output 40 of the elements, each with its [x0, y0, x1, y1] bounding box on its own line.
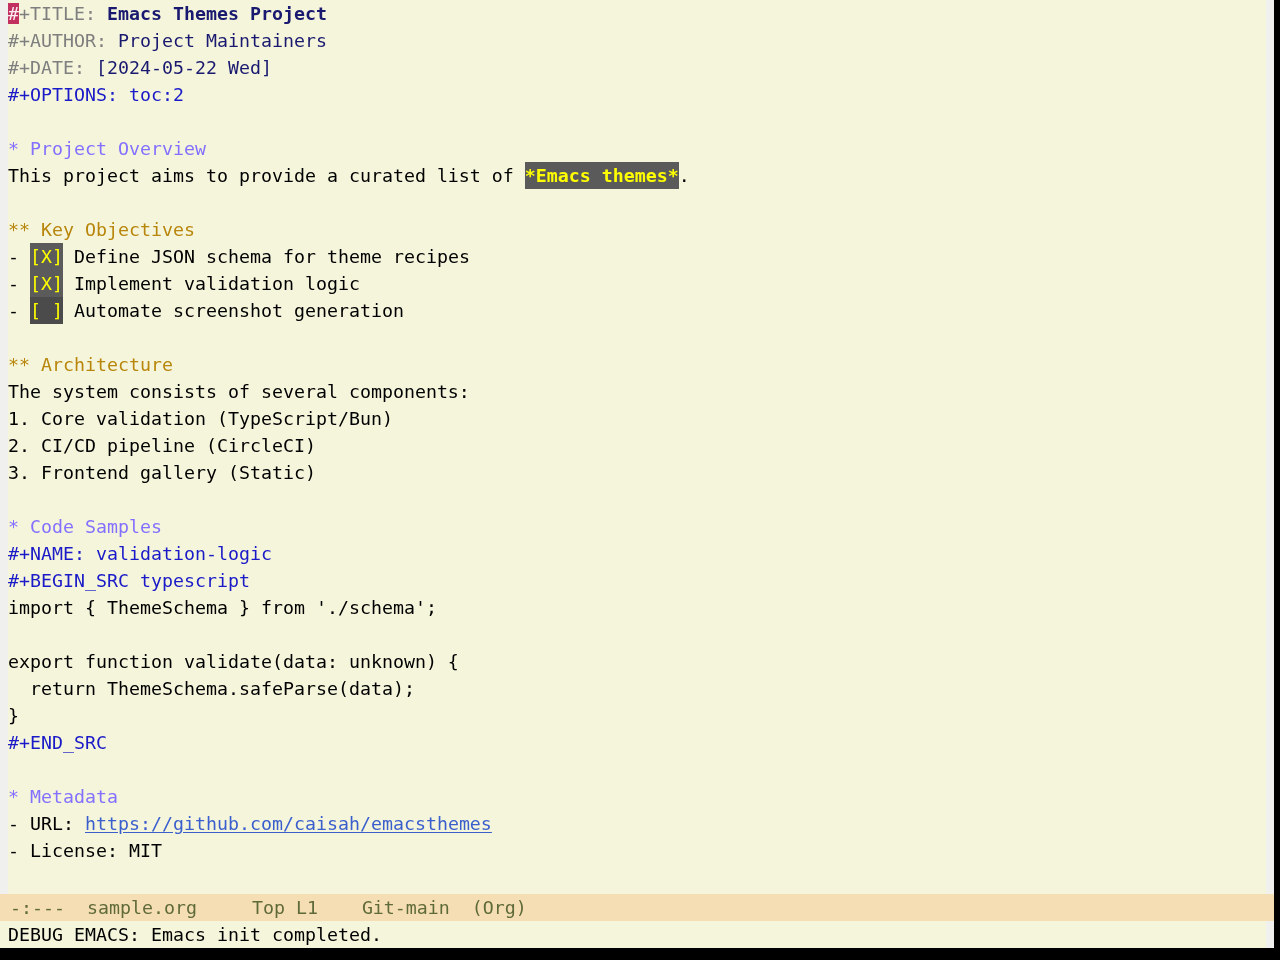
text-line: - License: MIT [8, 840, 162, 861]
text-line: 2. CI/CD pipeline (CircleCI) [8, 435, 316, 456]
org-keyword-line: #+DATE: [2024-05-22 Wed] [8, 57, 272, 78]
text-line: This project aims to provide a curated list of *Emacs themes*. [8, 162, 690, 189]
checklist-text: Automate screenshot generation [74, 300, 404, 321]
checkbox: [ ] [30, 297, 63, 324]
org-keyword-line: #+END_SRC [8, 732, 107, 753]
subheading: ** Key Objectives [8, 219, 195, 240]
checkbox: [X] [30, 270, 63, 297]
org-keyword-line: #+OPTIONS: toc:2 [8, 84, 184, 105]
checklist-text: Define JSON schema for theme recipes [74, 246, 470, 267]
subheading: ** Architecture [8, 354, 173, 375]
checklist-text: Implement validation logic [74, 273, 360, 294]
editor-text-area[interactable] [0, 0, 1274, 894]
heading: * Metadata [8, 786, 118, 807]
vc-branch[interactable]: Git-main [361, 894, 450, 921]
text-line: 3. Frontend gallery (Static) [8, 462, 316, 483]
checkbox: [X] [30, 243, 63, 270]
list-bullet: - [8, 300, 19, 321]
org-keyword-line: #+AUTHOR: Project Maintainers [8, 30, 327, 51]
text-line: import { ThemeSchema } from './schema'; [8, 597, 437, 618]
heading: * Code Samples [8, 516, 162, 537]
echo-area-message: DEBUG EMACS: Emacs init completed. [8, 923, 382, 947]
modified-status: -:--- [10, 896, 65, 920]
org-keyword-line: #+NAME: validation-logic [8, 543, 272, 564]
list-bullet: - [8, 246, 19, 267]
text-line: return ThemeSchema.safeParse(data); [30, 678, 415, 699]
list-bullet: - [8, 273, 19, 294]
text-line: 1. Core validation (TypeScript/Bun) [8, 408, 393, 429]
text-line: export function validate(data: unknown) { [8, 651, 459, 672]
buffer-name[interactable]: sample.org [86, 894, 197, 921]
url-link[interactable]: https://github.com/caisah/emacsthemes [85, 813, 492, 834]
org-keyword-line: #+TITLE: Emacs Themes Project [8, 3, 327, 24]
heading: * Project Overview [8, 138, 206, 159]
text-line: The system consists of several components: [8, 381, 470, 402]
list-item-text: - URL: [8, 813, 74, 834]
org-keyword-line: #+BEGIN_SRC typescript [8, 570, 250, 591]
major-mode[interactable]: (Org) [471, 894, 527, 921]
position-indicator: Top L1 [251, 896, 318, 920]
text-line: } [8, 705, 19, 726]
